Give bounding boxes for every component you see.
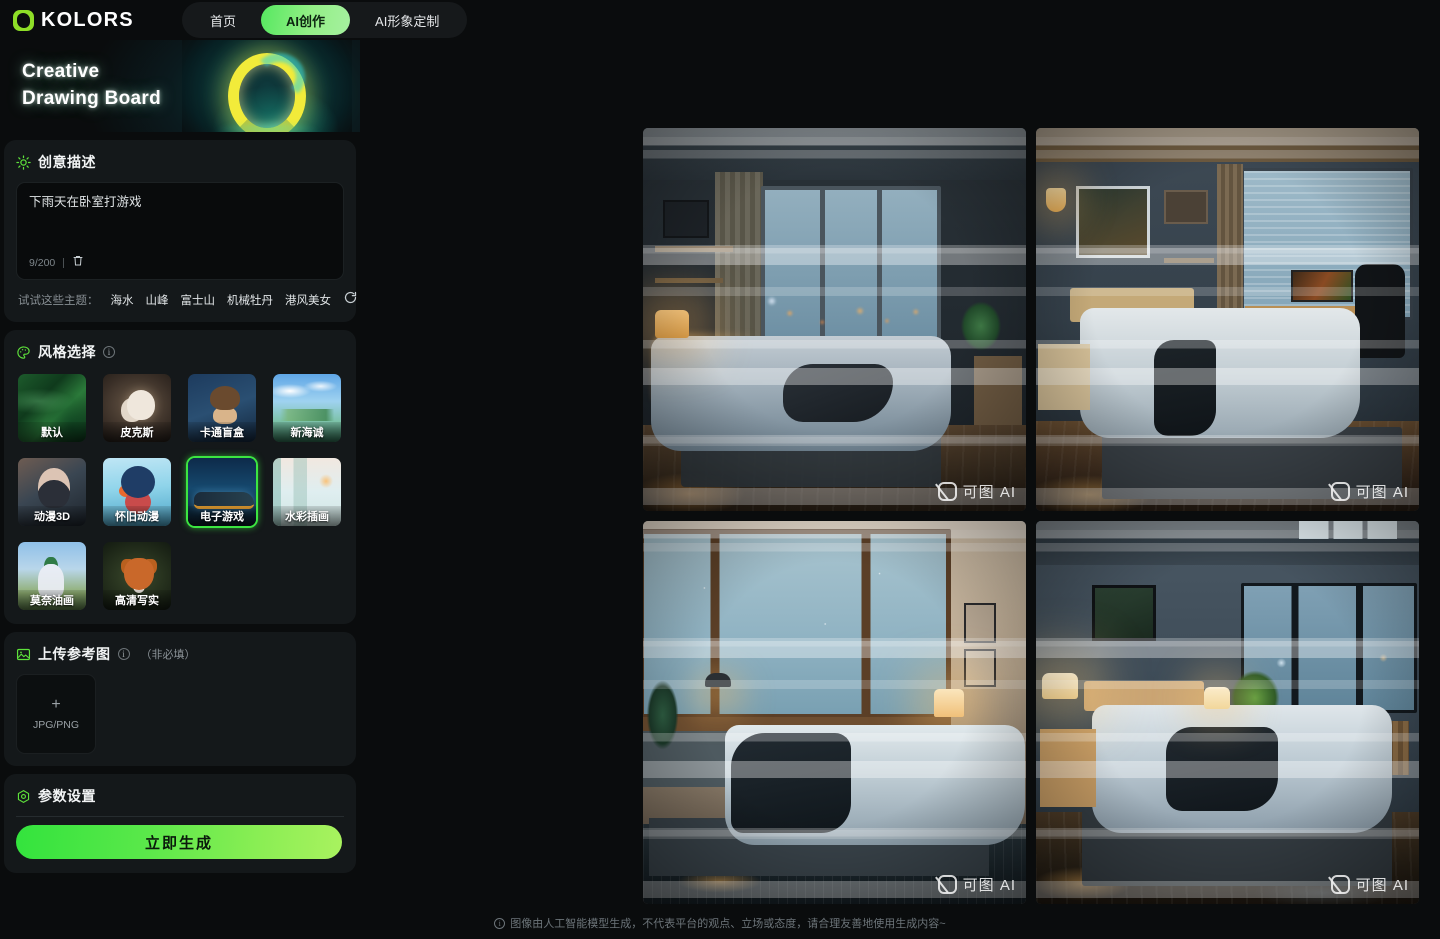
upload-card-header: 上传参考图 i （非必填）: [16, 644, 344, 664]
disclaimer-text: 图像由人工智能模型生成，不代表平台的观点、立场或态度，请合理友善地使用生成内容~: [510, 918, 946, 930]
hero-banner: Creative Drawing Board: [0, 40, 360, 132]
style-label: 新海诚: [273, 422, 341, 442]
prompt-card-title: 创意描述: [38, 154, 96, 170]
kolors-logo-icon: [13, 9, 34, 31]
style-label: 怀旧动漫: [103, 506, 171, 526]
prompt-card-header: 创意描述: [16, 152, 344, 172]
info-icon[interactable]: i: [117, 648, 130, 660]
style-card: 风格选择 i 默认 皮克斯 卡通盲盒 新海诚 动漫3D 怀旧动漫 电子游戏 水彩…: [4, 330, 356, 624]
kolors-watermark-icon: [937, 875, 957, 894]
info-icon: i: [494, 917, 506, 929]
watermark-text: 可图 AI: [1355, 484, 1409, 501]
upload-optional-note: （非必填）: [140, 649, 196, 661]
prompt-card: 创意描述 下雨天在卧室打游戏 9/200 试试这些主题： 海水 山峰 富士山 机…: [4, 140, 357, 322]
upload-card: 上传参考图 i （非必填） + JPG/PNG: [4, 632, 356, 766]
style-option-video-game[interactable]: 电子游戏: [186, 456, 258, 528]
style-option-shinkai[interactable]: 新海诚: [271, 372, 343, 444]
suggested-topics: 试试这些主题： 海水 山峰 富士山 机械牡丹 港风美女: [16, 290, 357, 310]
style-label: 莫奈油画: [18, 590, 86, 610]
watermark-text: 可图 AI: [962, 877, 1016, 894]
result-image-4[interactable]: 可图 AI: [1036, 521, 1419, 904]
topic-chip-1[interactable]: 山峰: [146, 292, 169, 308]
hero-title-line1: Creative: [22, 61, 100, 82]
style-option-blindbox[interactable]: 卡通盲盒: [186, 372, 258, 444]
style-option-monet[interactable]: 莫奈油画: [16, 540, 88, 612]
style-option-default[interactable]: 默认: [16, 372, 88, 444]
palette-icon: [17, 345, 30, 359]
result-image-3[interactable]: 可图 AI: [643, 521, 1026, 904]
params-card-title: 参数设置: [38, 788, 96, 804]
topic-chip-2[interactable]: 富士山: [181, 292, 216, 308]
topic-chip-4[interactable]: 港风美女: [285, 292, 331, 308]
info-icon[interactable]: i: [103, 346, 115, 358]
params-card-header: 参数设置: [16, 786, 344, 806]
watermark: 可图 AI: [937, 481, 1016, 502]
style-label: 动漫3D: [18, 506, 86, 526]
style-grid: 默认 皮克斯 卡通盲盒 新海诚 动漫3D 怀旧动漫 电子游戏 水彩插画 莫奈油画…: [16, 372, 344, 612]
style-label: 卡通盲盒: [188, 422, 256, 442]
brand[interactable]: KOLORS: [13, 9, 134, 32]
refresh-icon[interactable]: [343, 290, 358, 310]
watermark: 可图 AI: [937, 874, 1016, 895]
topic-chip-3[interactable]: 机械牡丹: [227, 292, 273, 308]
divider: [16, 816, 344, 817]
topics-label: 试试这些主题：: [18, 295, 99, 307]
nav-tabs: 首页 AI创作 AI形象定制: [182, 2, 468, 38]
generated-image: [1036, 521, 1419, 904]
watermark-text: 可图 AI: [962, 484, 1016, 501]
style-label: 默认: [18, 422, 86, 442]
hero-glow: [192, 102, 342, 132]
kolors-watermark-icon: [1330, 875, 1350, 894]
style-option-pixar[interactable]: 皮克斯: [101, 372, 173, 444]
top-navigation-bar: KOLORS 首页 AI创作 AI形象定制: [0, 0, 1440, 40]
character-counter: 9/200: [29, 257, 56, 269]
kolors-app: KOLORS 首页 AI创作 AI形象定制 Creative Drawing B…: [0, 0, 1440, 939]
watermark-text: 可图 AI: [1355, 877, 1409, 894]
nav-tab-ai-creation[interactable]: AI创作: [261, 5, 351, 35]
hero-artwork: [182, 40, 352, 132]
style-label: 水彩插画: [273, 506, 341, 526]
generated-image: [643, 128, 1026, 511]
style-card-header: 风格选择 i: [16, 342, 344, 362]
hero-title: Creative Drawing Board: [22, 58, 161, 112]
generate-button[interactable]: 立即生成: [16, 825, 342, 859]
upload-card-title: 上传参考图: [38, 646, 111, 662]
divider: [63, 258, 65, 268]
result-image-2[interactable]: 可图 AI: [1036, 128, 1419, 511]
topic-chip-0[interactable]: 海水: [111, 292, 134, 308]
prompt-footer: 9/200: [29, 254, 84, 272]
style-option-retro-anime[interactable]: 怀旧动漫: [101, 456, 173, 528]
results-grid: 可图 AI 可图 AI 可图 AI 可图 AI: [643, 128, 1419, 904]
generated-image: [643, 521, 1026, 904]
watermark: 可图 AI: [1330, 874, 1409, 895]
prompt-input-value[interactable]: 下雨天在卧室打游戏: [29, 193, 331, 211]
style-card-title: 风格选择: [38, 344, 96, 360]
params-card: 参数设置 立即生成: [4, 774, 356, 873]
style-label: 皮克斯: [103, 422, 171, 442]
style-option-realistic[interactable]: 高清写实: [101, 540, 173, 612]
settings-target-icon: [17, 789, 30, 803]
upload-format-hint: JPG/PNG: [32, 719, 80, 731]
style-label: 电子游戏: [188, 506, 256, 526]
style-label: 高清写实: [103, 590, 171, 610]
image-icon: [16, 648, 31, 660]
upload-dropzone[interactable]: + JPG/PNG: [16, 674, 96, 754]
result-image-1[interactable]: 可图 AI: [643, 128, 1026, 511]
style-option-watercolor[interactable]: 水彩插画: [271, 456, 343, 528]
nav-tab-home[interactable]: 首页: [185, 5, 261, 35]
watermark: 可图 AI: [1330, 481, 1409, 502]
brand-name: KOLORS: [41, 8, 134, 31]
style-option-anime3d[interactable]: 动漫3D: [16, 456, 88, 528]
kolors-watermark-icon: [937, 482, 957, 501]
sun-idea-icon: [16, 154, 31, 170]
nav-tab-ai-avatar[interactable]: AI形象定制: [350, 5, 464, 35]
hero-title-line2: Drawing Board: [22, 88, 162, 109]
kolors-watermark-icon: [1330, 482, 1350, 501]
left-control-panel: Creative Drawing Board 创意描述 下雨天在卧室打游戏 9/…: [0, 40, 360, 939]
plus-icon: +: [51, 696, 61, 713]
generated-image: [1036, 128, 1419, 511]
trash-icon[interactable]: [72, 254, 84, 272]
footer-disclaimer: i 图像由人工智能模型生成，不代表平台的观点、立场或态度，请合理友善地使用生成内…: [0, 915, 1440, 931]
prompt-input-area[interactable]: 下雨天在卧室打游戏 9/200: [16, 182, 344, 280]
